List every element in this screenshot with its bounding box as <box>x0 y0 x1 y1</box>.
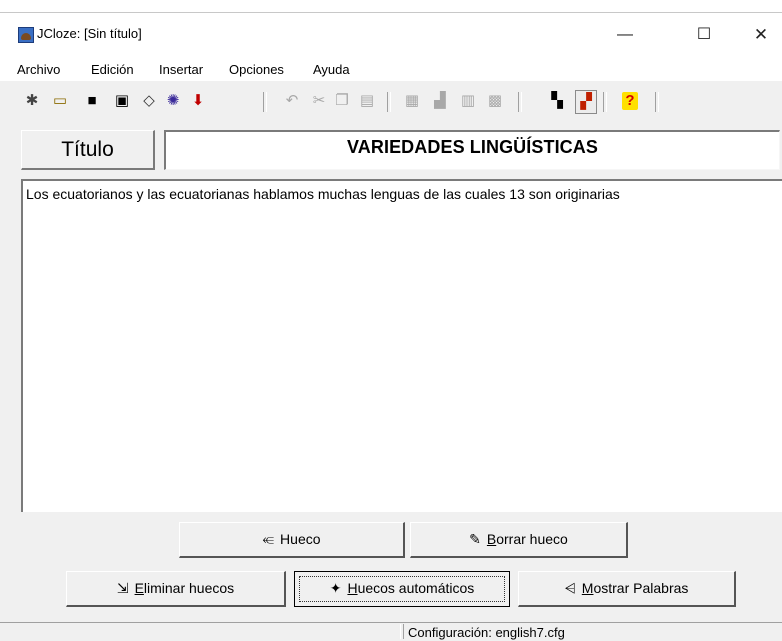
save-icon[interactable]: ■ <box>82 90 102 112</box>
huecos-automaticos-label: uecos automáticos <box>357 580 475 596</box>
undo-icon[interactable]: ↶ <box>282 90 302 112</box>
eliminar-huecos-button[interactable]: ⇲ Eliminar huecos <box>66 571 286 607</box>
toolbar-separator <box>518 92 522 112</box>
eliminar-huecos-label: liminar huecos <box>143 580 235 596</box>
help-icon[interactable]: ? <box>622 92 638 110</box>
menu-insertar[interactable]: Insertar <box>159 62 203 77</box>
toolbar-separator <box>655 92 659 112</box>
gap-list-icon[interactable]: ▥ <box>458 90 478 112</box>
toolbar-separator <box>603 92 607 112</box>
close-button[interactable]: ✕ <box>741 21 781 49</box>
new-file-icon[interactable]: ✱ <box>22 90 42 112</box>
toolbar: ✱ ▭ ■ ▣ ◇ ✺ ⬇ ↶ ✂ ❐ ▤ ▦ ▟ ▥ ▩ ▚ ▞ ? <box>0 84 782 118</box>
gap-icon: ⥺ <box>262 531 275 547</box>
borrar-hueco-accesskey: B <box>486 531 497 547</box>
status-bar: Configuración: english7.cfg <box>0 622 782 640</box>
menu-ayuda[interactable]: Ayuda <box>313 62 350 77</box>
open-folder-icon[interactable]: ▭ <box>50 90 70 112</box>
window-title: JCloze: [Sin título] <box>37 26 142 41</box>
save-as-icon[interactable]: ▣ <box>112 90 132 112</box>
menu-edicion[interactable]: Edición <box>91 62 134 77</box>
eliminar-huecos-accesskey: E <box>134 580 144 596</box>
jcloze-app-icon[interactable] <box>18 27 34 43</box>
huecos-automaticos-button[interactable]: ✦ Huecos automáticos <box>294 571 510 607</box>
titulo-input[interactable]: VARIEDADES LINGÜÍSTICAS <box>164 130 780 170</box>
clear-gap-icon: ✎ <box>469 531 481 547</box>
mostrar-palabras-accesskey: M <box>581 580 594 596</box>
delete-gaps-icon: ⇲ <box>116 580 129 596</box>
paste-icon[interactable]: ▤ <box>357 90 377 112</box>
cut-icon[interactable]: ✂ <box>309 90 329 112</box>
minimize-button[interactable]: — <box>605 21 645 49</box>
gap-add-icon[interactable]: ▦ <box>402 90 422 112</box>
auto-gaps-icon: ✦ <box>329 580 342 596</box>
toolbar-separator <box>263 92 267 112</box>
hueco-label: Hueco <box>280 531 321 547</box>
mostrar-palabras-button[interactable]: ⩤ Mostrar Palabras <box>518 571 736 607</box>
toolbar-separator <box>387 92 391 112</box>
borrar-hueco-button[interactable]: ✎ Borrar hueco <box>410 522 628 558</box>
export-web-icon[interactable]: ✺ <box>163 90 183 112</box>
gap-auto-icon[interactable]: ▩ <box>485 90 505 112</box>
status-panel-empty <box>0 624 401 639</box>
download-arrow-icon[interactable]: ⬇ <box>188 90 208 112</box>
status-config: Configuración: english7.cfg <box>403 624 565 640</box>
show-words-icon: ⩤ <box>564 580 576 596</box>
mostrar-palabras-label: ostrar Palabras <box>593 580 689 596</box>
huecos-automaticos-accesskey: H <box>347 580 358 596</box>
titulo-label: Título <box>21 130 155 170</box>
hueco-button[interactable]: ⥺ Hueco <box>179 522 405 558</box>
copy-icon[interactable]: ❐ <box>332 90 352 112</box>
menu-archivo[interactable]: Archivo <box>17 62 60 77</box>
toggle-format-icon[interactable]: ▞ <box>575 90 597 114</box>
borrar-hueco-label: orrar hueco <box>496 531 568 547</box>
title-bar: JCloze: [Sin título] — ☐ ✕ <box>0 13 782 57</box>
window-top-strip <box>0 0 782 13</box>
text-editor[interactable]: Los ecuatorianos y las ecuatorianas habl… <box>21 179 782 512</box>
gap-clear-icon[interactable]: ▟ <box>430 90 450 112</box>
maximize-button[interactable]: ☐ <box>684 21 724 49</box>
toggle-view-icon[interactable]: ▚ <box>547 90 567 112</box>
menu-bar: Archivo Edición Insertar Opciones Ayuda <box>0 57 782 81</box>
menu-opciones[interactable]: Opciones <box>229 62 284 77</box>
eraser-icon[interactable]: ◇ <box>139 90 159 112</box>
